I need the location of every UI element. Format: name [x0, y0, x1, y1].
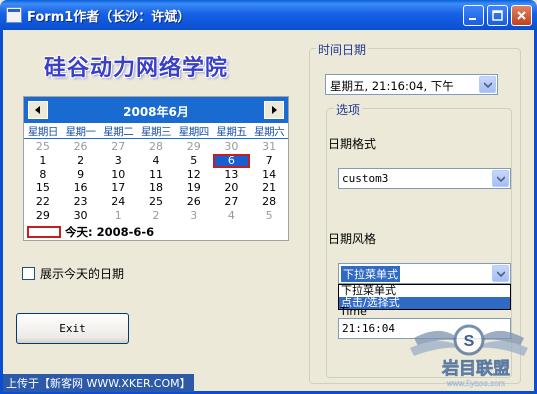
chevron-right-icon: [272, 106, 277, 114]
style-combobox[interactable]: 下拉菜单式: [338, 263, 511, 284]
weekday-header: 星期四: [178, 126, 209, 138]
calendar-day[interactable]: 17: [99, 181, 137, 195]
calendar-day[interactable]: 1: [99, 209, 137, 223]
style-dropdown-button[interactable]: [492, 265, 509, 282]
calendar-day[interactable]: 26: [62, 140, 100, 154]
exit-button[interactable]: Exit: [16, 313, 129, 344]
calendar-day[interactable]: 4: [213, 209, 251, 223]
minimize-button[interactable]: [463, 5, 484, 26]
window-frame-left: [0, 30, 3, 394]
calendar-day-selected[interactable]: 6: [212, 153, 251, 168]
format-dropdown-button[interactable]: [492, 170, 509, 187]
calendar-day[interactable]: 19: [175, 181, 213, 195]
datetime-group-legend: 时间日期: [316, 41, 369, 58]
calendar-day[interactable]: 10: [99, 168, 137, 182]
calendar-day[interactable]: 14: [250, 168, 288, 182]
calendar-day[interactable]: 3: [99, 154, 137, 168]
calendar-day[interactable]: 1: [24, 154, 62, 168]
style-label: 日期风格: [328, 232, 377, 246]
title-bar[interactable]: Form1作者（长沙：许斌）: [0, 0, 537, 30]
weekday-header: 星期六: [254, 126, 285, 138]
calendar-day[interactable]: 29: [24, 209, 62, 223]
school-heading: 硅谷动力网络学院: [44, 56, 229, 81]
style-combobox-value: 下拉菜单式: [341, 266, 400, 282]
calendar-day[interactable]: 20: [213, 181, 251, 195]
calendar-day[interactable]: 25: [24, 140, 62, 154]
calendar-day[interactable]: 7: [250, 154, 288, 168]
upload-footer: 上传于【新客网 WWW.XKER.COM】: [3, 374, 194, 392]
weekday-header: 星期五: [216, 126, 247, 138]
calendar-day[interactable]: 18: [137, 181, 175, 195]
calendar-day[interactable]: 30: [213, 140, 251, 154]
calendar-day[interactable]: 15: [24, 181, 62, 195]
today-label: 今天: 2008-6-6: [65, 225, 155, 239]
calendar-day[interactable]: 5: [175, 154, 213, 168]
weekday-header: 星期日: [27, 126, 58, 138]
calendar-month-label: 2008年6月: [123, 105, 189, 119]
calendar-day[interactable]: 24: [99, 195, 137, 209]
calendar-day[interactable]: 23: [62, 195, 100, 209]
show-today-option[interactable]: 展示今天的日期: [22, 265, 124, 282]
calendar-day[interactable]: 28: [250, 195, 288, 209]
weekday-header: 星期一: [65, 126, 96, 138]
datetime-picker-value: 星期五, 21:16:04, 下午: [330, 79, 454, 93]
time-textbox-value: 21:16:04: [342, 322, 395, 335]
format-combobox-value: custom3: [342, 172, 389, 185]
weekday-header: 星期三: [140, 126, 171, 138]
calendar-day[interactable]: 21: [250, 181, 288, 195]
show-today-checkbox[interactable]: [22, 267, 35, 280]
calendar-header: 2008年6月: [24, 97, 288, 123]
calendar-day[interactable]: 8: [24, 168, 62, 182]
calendar-weekdays: 星期日 星期一 星期二 星期三 星期四 星期五 星期六: [24, 124, 288, 139]
format-combobox[interactable]: custom3: [338, 168, 511, 189]
calendar-day[interactable]: 11: [137, 168, 175, 182]
calendar-day[interactable]: 3: [175, 209, 213, 223]
next-month-button[interactable]: [264, 101, 284, 119]
datetime-picker-dropdown-button[interactable]: [479, 76, 496, 93]
calendar-day[interactable]: 5: [250, 209, 288, 223]
calendar-day[interactable]: 25: [137, 195, 175, 209]
calendar-day[interactable]: 16: [62, 181, 100, 195]
month-calendar[interactable]: 2008年6月 星期日 星期一 星期二 星期三 星期四 星期五 星期六 25 26 27 28 29…: [23, 96, 289, 241]
weekday-header: 星期二: [103, 126, 134, 138]
chevron-down-icon: [496, 270, 505, 277]
format-label: 日期格式: [328, 137, 377, 151]
calendar-day[interactable]: 13: [213, 168, 251, 182]
chevron-down-icon: [496, 175, 505, 182]
calendar-day[interactable]: 31: [250, 140, 288, 154]
maximize-icon: [492, 10, 503, 21]
calendar-day[interactable]: 30: [62, 209, 100, 223]
calendar-day[interactable]: 12: [175, 168, 213, 182]
today-marker: [27, 226, 61, 238]
app-icon: [6, 7, 22, 23]
calendar-day[interactable]: 29: [175, 140, 213, 154]
calendar-day[interactable]: 9: [62, 168, 100, 182]
maximize-button[interactable]: [487, 5, 508, 26]
calendar-day[interactable]: 27: [99, 140, 137, 154]
calendar-day[interactable]: 4: [137, 154, 175, 168]
calendar-day[interactable]: 2: [62, 154, 100, 168]
minimize-icon: [469, 18, 476, 20]
calendar-today[interactable]: 今天: 2008-6-6: [27, 224, 154, 240]
close-button[interactable]: [511, 5, 532, 26]
time-label: Time: [340, 305, 367, 318]
calendar-day[interactable]: 27: [213, 195, 251, 209]
chevron-down-icon: [483, 81, 492, 88]
calendar-day[interactable]: 22: [24, 195, 62, 209]
calendar-day[interactable]: 26: [175, 195, 213, 209]
close-icon: [517, 11, 526, 20]
window-title: Form1作者（长沙：许斌）: [27, 10, 191, 25]
datetime-picker[interactable]: 星期五, 21:16:04, 下午: [325, 74, 498, 95]
time-textbox[interactable]: 21:16:04: [338, 318, 511, 339]
calendar-day[interactable]: 28: [137, 140, 175, 154]
calendar-day[interactable]: 2: [137, 209, 175, 223]
calendar-days[interactable]: 25 26 27 28 29 30 31 1 2 3 4 5 6 7 8 9 10 11 12 13 14 15 16 17 1…: [24, 140, 288, 223]
options-group-legend: 选项: [334, 101, 363, 118]
show-today-label: 展示今天的日期: [40, 267, 125, 281]
